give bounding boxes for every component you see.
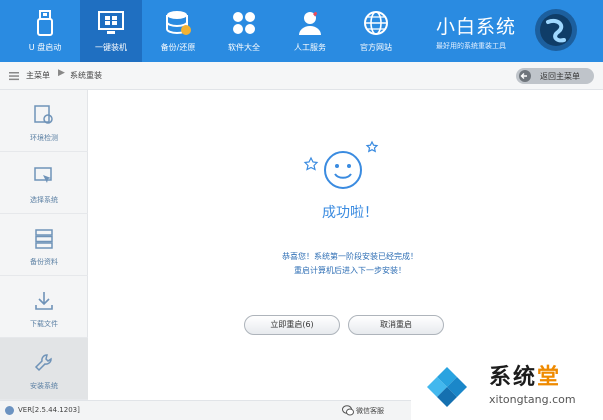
back-arrow-icon <box>519 70 531 82</box>
nav-label: 人工服务 <box>294 43 326 52</box>
watermark: 系统堂 xitongtang.com <box>411 353 603 420</box>
step-sidebar: 环境检测 选择系统 备份资料 下载文件 安装系统 <box>0 90 88 400</box>
sidebar-label: 下载文件 <box>30 320 58 328</box>
windows-icon <box>98 11 124 34</box>
database-backup-icon <box>166 11 191 35</box>
user-heart-icon <box>299 11 321 35</box>
watermark-url: xitongtang.com <box>489 393 576 406</box>
xitongtang-logo-icon <box>425 365 469 409</box>
nav-label: 官方网站 <box>360 43 392 52</box>
success-message-line2: 重启计算机后进入下一步安装！ <box>294 266 406 275</box>
breadcrumb-current: 系统重装 <box>70 71 102 80</box>
top-nav-bar: U 盘启动 一键装机 备份/还原 软件大全 人工服务 官方网站 小白系统 最好用… <box>0 0 603 62</box>
sidebar-label: 安装系统 <box>30 382 58 390</box>
sidebar-item-download-files[interactable]: 下载文件 <box>0 276 88 338</box>
cancel-restart-button[interactable]: 取消重启 <box>348 315 444 335</box>
version-label: VER[2.5.44.1203] <box>18 406 80 414</box>
sidebar-item-install-system[interactable]: 安装系统 <box>0 338 88 400</box>
wechat-service-link[interactable]: 微信客服 <box>356 406 384 416</box>
backup-data-icon <box>35 229 53 249</box>
sidebar-item-environment-check[interactable]: 环境检测 <box>0 90 88 152</box>
sidebar-item-backup-data[interactable]: 备份资料 <box>0 214 88 276</box>
nav-label: 备份/还原 <box>160 43 196 52</box>
sidebar-item-select-system[interactable]: 选择系统 <box>0 152 88 214</box>
watermark-title-accent: 堂 <box>537 365 562 390</box>
wrench-icon <box>34 354 52 372</box>
sidebar-label: 环境检测 <box>30 134 58 142</box>
nav-label: U 盘启动 <box>28 43 62 52</box>
back-button-label: 返回主菜单 <box>540 72 580 81</box>
sidebar-label: 备份资料 <box>30 258 58 266</box>
breadcrumb: 主菜单 ▶ 系统重装 返回主菜单 <box>0 62 603 90</box>
success-title: 成功啦！ <box>322 205 378 221</box>
brand-subtitle: 最好用的系统重装工具 <box>436 42 506 50</box>
nav-one-click-install[interactable]: 一键装机 <box>80 0 142 62</box>
menu-icon <box>9 72 19 81</box>
smiley-face-icon <box>303 140 379 189</box>
nav-usb-boot[interactable]: U 盘启动 <box>14 0 76 62</box>
apps-icon <box>233 12 255 34</box>
watermark-title-main: 系统 <box>489 365 538 390</box>
info-icon <box>5 406 14 415</box>
breadcrumb-home[interactable]: 主菜单 <box>26 70 50 81</box>
wechat-icon <box>342 405 354 416</box>
brand-title: 小白系统 <box>436 16 517 38</box>
nav-backup-restore[interactable]: 备份/还原 <box>147 0 209 62</box>
watermark-title: 系统堂 <box>489 359 561 391</box>
nav-label: 软件大全 <box>228 43 260 52</box>
nav-label: 一键装机 <box>95 43 127 52</box>
nav-official-site[interactable]: 官方网站 <box>345 0 407 62</box>
restart-now-button[interactable]: 立即重启(6) <box>244 315 340 335</box>
breadcrumb-separator: ▶ <box>58 68 65 78</box>
nav-software[interactable]: 软件大全 <box>213 0 275 62</box>
back-to-main-button[interactable]: 返回主菜单 <box>516 68 594 84</box>
sidebar-label: 选择系统 <box>30 196 58 204</box>
globe-icon <box>364 11 388 35</box>
select-system-icon <box>34 167 52 183</box>
nav-manual-service[interactable]: 人工服务 <box>279 0 341 62</box>
environment-check-icon <box>34 105 53 124</box>
download-icon <box>35 292 53 310</box>
usb-drive-icon <box>37 10 53 36</box>
success-message-line1: 恭喜您！系统第一阶段安装已经完成！ <box>282 252 418 261</box>
app-logo-icon <box>535 9 577 51</box>
